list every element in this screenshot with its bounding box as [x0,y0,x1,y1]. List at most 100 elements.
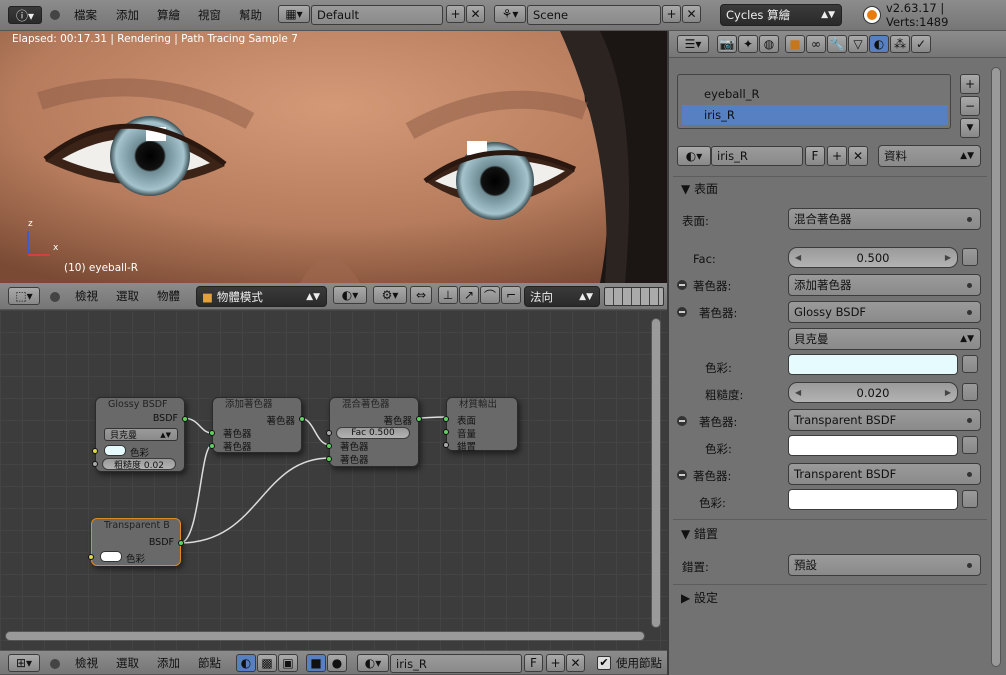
material-output-node[interactable]: 材質輸出 表面 音量 錯置 [443,397,518,453]
color-socket[interactable] [92,448,98,454]
volume-socket[interactable] [443,429,449,435]
editor-type-node-button[interactable]: ⊞▾ [8,654,40,672]
slot-item-selected[interactable]: iris_R [682,105,948,125]
menu-select[interactable]: 選取 [116,283,139,309]
output-socket[interactable] [182,416,188,422]
material-browse-button[interactable]: ◐▾ [357,654,389,672]
render-tab-icon[interactable]: 📷 [717,35,737,53]
material-browse-button[interactable]: ◐▾ [677,146,711,166]
surface-panel-header[interactable]: ▼ 表面 [681,180,718,197]
roughness-socket[interactable] [92,461,98,467]
editor-type-3d-button[interactable]: ⬚▾ [8,287,40,305]
viewport-shading-button[interactable]: ◐▾ [333,286,367,304]
data-tab-icon[interactable]: ▽ [848,35,868,53]
delete-scene-button[interactable]: ✕ [682,5,701,23]
transparent-color-swatch-2[interactable] [788,489,958,510]
glossy-color-swatch[interactable] [104,445,126,456]
info-editor-type-button[interactable]: ⓘ▾ [8,6,42,24]
menu-select[interactable]: 選取 [116,651,139,674]
menu-window[interactable]: 視窗 [198,0,221,30]
displacement-panel-header[interactable]: ▼ 錯置 [681,525,718,542]
add-shader-node[interactable]: 添加著色器 著色器 著色器 著色器 [209,397,305,453]
fac-link-button[interactable] [962,248,978,266]
compositing-nodes-icon[interactable]: ▣ [278,654,298,672]
color-socket[interactable] [88,554,94,560]
unlink-material-button[interactable]: ✕ [848,146,868,166]
screen-layout-field[interactable]: Default [311,5,443,25]
input-socket-2[interactable] [326,456,332,462]
fac-slider[interactable]: Fac 0.500 [336,427,410,439]
rotate-icon[interactable]: ⌒ [480,286,500,304]
menu-file[interactable]: 檔案 [74,0,97,30]
distribution-select[interactable]: 貝克曼 ▲▼ [788,328,981,350]
output-socket[interactable] [299,416,305,422]
fac-slider[interactable]: ◀ 0.500 ▶ [788,247,958,268]
translate-icon[interactable]: ↗ [459,286,479,304]
shader-nodes-icon[interactable]: ◐ [236,654,256,672]
shader4-collapse-icon[interactable] [677,470,687,480]
add-slot-button[interactable]: + [960,74,980,94]
fac-socket[interactable] [326,430,332,436]
fake-user-button[interactable]: F [524,654,543,672]
roughness-slider[interactable]: ◀ 0.020 ▶ [788,382,958,403]
shader1-collapse-icon[interactable] [677,280,687,290]
collapse-menu-icon[interactable] [50,659,60,669]
manipulator-axes-icon[interactable]: ⊥ [438,286,458,304]
menu-add[interactable]: 添加 [116,0,139,30]
input-socket-2[interactable] [209,443,215,449]
material-slots-list[interactable]: eyeball_R iris_R [677,74,951,129]
color-link-button[interactable] [962,355,978,373]
shader4-select[interactable]: Transparent BSDF [788,463,981,485]
output-socket[interactable] [416,416,422,422]
node-horizontal-scrollbar[interactable] [5,631,645,641]
menu-view[interactable]: 檢視 [75,651,98,674]
delete-screen-button[interactable]: ✕ [466,5,485,23]
link-select[interactable]: 資料 ▲▼ [878,145,981,167]
menu-render[interactable]: 算繪 [157,0,180,30]
material-name-field[interactable]: iris_R [390,654,522,673]
shader2-select[interactable]: Glossy BSDF [788,301,981,323]
node-vertical-scrollbar[interactable] [651,318,661,628]
menu-view[interactable]: 檢視 [75,283,98,309]
physics-tab-icon[interactable]: ✓ [911,35,931,53]
remove-slot-button[interactable]: − [960,96,980,116]
menu-node[interactable]: 節點 [198,651,221,674]
distribution-select[interactable]: 貝克曼 ▲▼ [104,428,178,441]
3d-viewport[interactable]: Elapsed: 00:17.31 | Rendering | Path Tra… [0,31,667,283]
material-name-field[interactable]: iris_R [711,146,803,166]
texture-nodes-icon[interactable]: ▩ [257,654,277,672]
constraints-tab-icon[interactable]: ∞ [806,35,826,53]
shader2-collapse-icon[interactable] [677,307,687,317]
pivot-point-button[interactable]: ⚙▾ [373,286,407,304]
orientation-select[interactable]: 法向 ▲▼ [524,286,600,307]
color2-link-button[interactable] [962,436,978,454]
render-engine-select[interactable]: Cycles 算繪 ▲▼ [720,4,842,26]
world-shader-icon[interactable]: ● [327,654,347,672]
roughness-link-button[interactable] [962,383,978,401]
transparent-bsdf-node[interactable]: Transparent B BSDF 色彩 [88,518,184,566]
slot-specials-button[interactable]: ▼ [960,118,980,138]
add-scene-button[interactable]: + [662,5,681,23]
object-tab-icon[interactable]: ■ [785,35,805,53]
properties-scrollbar[interactable] [991,67,1001,667]
glossy-bsdf-node[interactable]: Glossy BSDF BSDF 貝克曼 ▲▼ 色彩 粗糙度 0.02 [92,397,188,472]
shader1-select[interactable]: 添加著色器 [788,274,981,296]
menu-object[interactable]: 物體 [157,283,180,309]
output-socket[interactable] [178,540,184,546]
transparent-color-swatch[interactable] [100,551,122,562]
texture-tab-icon[interactable]: ⁂ [890,35,910,53]
manipulator-toggle-button[interactable]: ⇔ [410,286,432,304]
settings-panel-header[interactable]: ▶ 設定 [681,589,718,606]
surface-socket[interactable] [443,416,449,422]
shader3-collapse-icon[interactable] [677,416,687,426]
roughness-slider[interactable]: 粗糙度 0.02 [102,458,176,471]
world-tab-icon[interactable]: ◍ [759,35,779,53]
surface-shader-select[interactable]: 混合著色器 [788,208,981,230]
scene-tab-icon[interactable]: ✦ [738,35,758,53]
mix-shader-node[interactable]: 混合著色器 著色器 Fac 0.500 著色器 著色器 [326,397,422,467]
add-screen-button[interactable]: + [446,5,465,23]
transparent-color-swatch[interactable] [788,435,958,456]
add-material-button[interactable]: + [546,654,565,672]
scene-icon[interactable]: ⚘▾ [494,5,526,23]
layer-buttons[interactable] [604,287,664,306]
